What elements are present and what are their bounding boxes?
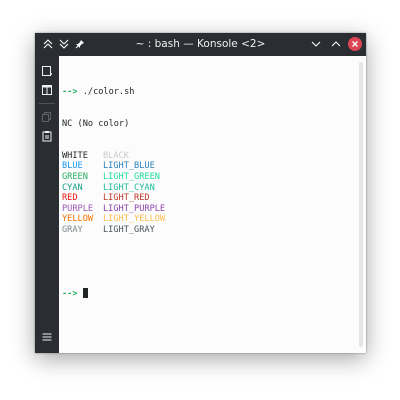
keep-above-icon[interactable] [40, 36, 56, 52]
color-name-right: LIGHT_CYAN [103, 182, 155, 193]
copy-icon[interactable] [40, 110, 54, 124]
color-name-left: RED [62, 193, 78, 204]
sidebar-divider [39, 103, 55, 104]
color-name-right: LIGHT_GRAY [103, 224, 155, 235]
color-name-right: LIGHT_YELLOW [103, 214, 166, 225]
color-name-left: BLUE [62, 161, 83, 172]
color-name-left: CYAN [62, 182, 83, 193]
paste-icon[interactable] [40, 129, 54, 143]
close-icon [352, 41, 358, 47]
minimize-chevron-icon[interactable] [308, 36, 324, 52]
color-row: CYAN LIGHT_CYAN [62, 183, 165, 194]
prompt-arrow: --> [62, 87, 78, 98]
color-row: YELLOW LIGHT_YELLOW [62, 214, 165, 225]
title-bar[interactable]: ~ : bash — Konsole <2> [35, 33, 366, 56]
split-view-icon[interactable] [40, 83, 54, 97]
color-name-left: WHITE [62, 150, 88, 161]
nc-line: NC (No color) [62, 118, 130, 129]
color-name-left: GREEN [62, 171, 88, 182]
color-name-left: GRAY [62, 224, 83, 235]
window-title: ~ : bash — Konsole <2> [135, 38, 266, 50]
prompt-line: --> [62, 288, 165, 299]
keep-below-icon[interactable] [56, 36, 72, 52]
text-cursor [82, 288, 89, 299]
menu-icon[interactable] [40, 330, 54, 344]
maximize-chevron-icon[interactable] [328, 36, 344, 52]
prompt-arrow: --> [62, 289, 78, 300]
color-row: GRAY LIGHT_GRAY [62, 225, 165, 236]
new-tab-icon[interactable] [40, 64, 54, 78]
command-text: ./color.sh [82, 87, 135, 98]
color-name-right: LIGHT_PURPLE [103, 203, 166, 214]
color-name-left: YELLOW [62, 214, 94, 225]
color-row: WHITE BLACK [62, 151, 165, 162]
color-name-left: PURPLE [62, 203, 94, 214]
color-name-right: LIGHT_RED [103, 193, 150, 204]
color-row: BLUE LIGHT_BLUE [62, 161, 165, 172]
color-name-right: BLACK [103, 150, 129, 161]
sidebar-toolbar [35, 56, 59, 353]
konsole-window: ~ : bash — Konsole <2> --> ./color.sh NC… [35, 33, 366, 353]
color-row: RED LIGHT_RED [62, 193, 165, 204]
terminal-output: --> ./color.sh NC (No color) WHITE BLACK B… [62, 66, 165, 320]
color-row: PURPLE LIGHT_PURPLE [62, 204, 165, 215]
color-name-right: LIGHT_BLUE [103, 161, 155, 172]
pin-icon[interactable] [72, 36, 88, 52]
color-row: GREEN LIGHT_GREEN [62, 172, 165, 183]
terminal-area[interactable]: --> ./color.sh NC (No color) WHITE BLACK B… [59, 56, 366, 353]
color-name-right: LIGHT_GREEN [103, 171, 160, 182]
command-line: --> ./color.sh [62, 87, 165, 98]
close-button[interactable] [348, 37, 362, 51]
scrollbar[interactable] [359, 62, 363, 347]
